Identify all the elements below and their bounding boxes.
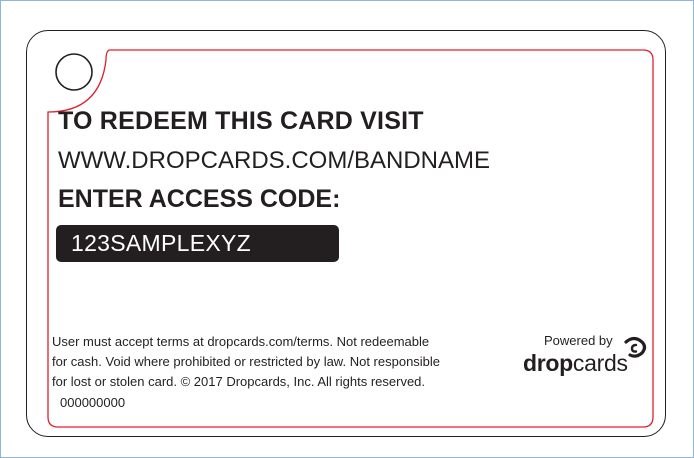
access-code-value: 123SAMPLEXYZ [71, 230, 252, 256]
powered-by-label: Powered by [544, 333, 613, 348]
redeem-url: WWW.DROPCARDS.COM/BANDNAME [58, 147, 490, 174]
terms-line: User must accept terms at dropcards.com/… [52, 334, 430, 349]
wordmark-cards: cards [572, 350, 628, 376]
terms-line: for lost or stolen card. © 2017 Dropcard… [52, 374, 426, 389]
wordmark-drop: drop [523, 350, 573, 376]
serial-number: 000000000 [60, 395, 126, 410]
terms-text: User must accept terms at dropcards.com/… [52, 332, 522, 392]
access-code-box: 123SAMPLEXYZ [56, 225, 339, 262]
access-code-label: ENTER ACCESS CODE: [58, 185, 341, 213]
dropcards-wordmark: dropcards [523, 350, 628, 377]
hole-punch-icon [55, 53, 93, 91]
redeem-headline: TO REDEEM THIS CARD VISIT [58, 107, 424, 135]
terms-line: for cash. Void where prohibited or restr… [52, 354, 441, 369]
